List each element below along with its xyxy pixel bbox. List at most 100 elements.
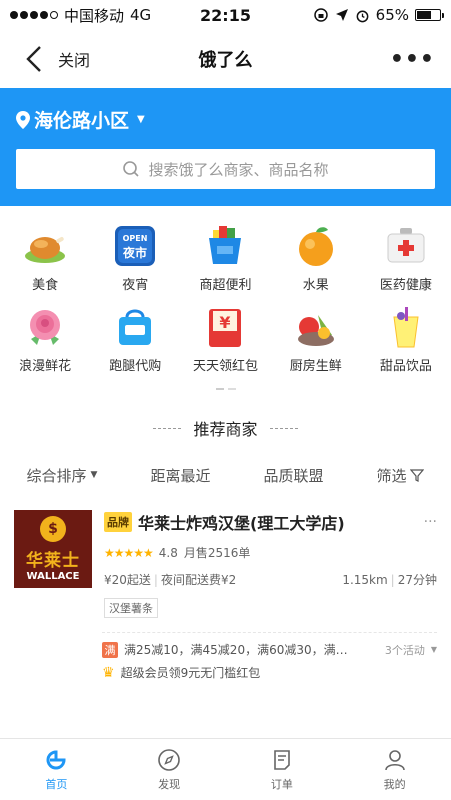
category-label: 厨房生鲜: [289, 359, 342, 374]
shop-tag: 汉堡薯条: [104, 598, 158, 618]
signal-strength-icon: [10, 11, 58, 19]
shop-card[interactable]: $ 华莱士 WALLACE 品牌 华莱士炸鸡汉堡(理工大学店) ··· ★★★★…: [0, 510, 451, 618]
category-food[interactable]: 美食: [0, 222, 90, 293]
divider-line: [269, 427, 298, 429]
location-name: 海伦路小区: [34, 110, 130, 132]
rose-icon: [21, 303, 69, 351]
location-arrow-icon: [335, 9, 348, 21]
min-order: ¥20起送: [104, 573, 151, 587]
category-fruit[interactable]: 水果: [271, 222, 361, 293]
category-label: 夜宵: [122, 278, 149, 293]
separator: |: [390, 572, 395, 587]
back-chevron-icon[interactable]: [16, 45, 52, 73]
filter-button[interactable]: 筛选: [376, 465, 425, 486]
crown-icon: ♛: [102, 664, 115, 681]
search-icon: [123, 161, 140, 177]
pager-dot: [227, 388, 236, 390]
activity-text: 满25减10，满45减20，满60减30，满…: [124, 643, 348, 657]
header-banner: 海伦路小区 ▼ 搜索饿了么商家、商品名称: [0, 88, 451, 206]
errand-bag-icon: [111, 303, 159, 351]
category-red-envelope[interactable]: ¥ 天天领红包: [180, 303, 270, 374]
quality-filter-label: 品质联盟: [263, 466, 324, 485]
category-label: 天天领红包: [192, 359, 258, 374]
night-market-open-text: OPEN: [123, 234, 148, 243]
distance-filter[interactable]: 距离最近: [150, 465, 210, 486]
caret-down-icon: ▼: [430, 645, 437, 654]
nav-bar: 关闭 饿了么 •••: [0, 30, 451, 88]
close-button[interactable]: 关闭: [58, 47, 90, 71]
rating-stars: ★★★★★: [104, 545, 154, 560]
orange-icon: [292, 222, 340, 270]
category-flowers[interactable]: 浪漫鲜花: [0, 303, 90, 374]
status-time: 22:15: [200, 5, 251, 25]
category-supermarket[interactable]: 商超便利: [180, 222, 270, 293]
logo-english-name: WALLACE: [26, 571, 80, 582]
category-grid: 美食 OPEN 夜市 夜宵 商超便利 水果 医药健康 浪漫鲜花 跑腿代购 ¥ 天…: [0, 206, 451, 374]
medicine-box-icon: [382, 222, 430, 270]
tab-label: 发现: [158, 777, 181, 791]
logo-symbol: $: [40, 516, 66, 542]
funnel-icon: [410, 469, 425, 482]
vip-row: ♛ 超级会员领9元无门槛红包: [0, 664, 451, 681]
divider-line: [153, 427, 182, 429]
vegetables-icon: [292, 303, 340, 351]
category-label: 商超便利: [199, 278, 252, 293]
rotation-lock-icon: [313, 8, 328, 22]
category-medicine[interactable]: 医药健康: [361, 222, 451, 293]
more-menu-button[interactable]: •••: [390, 47, 435, 72]
shop-more-button[interactable]: ···: [424, 514, 437, 530]
category-label: 跑腿代购: [109, 359, 162, 374]
monthly-sales: 月售2516单: [183, 546, 251, 560]
shop-logo: $ 华莱士 WALLACE: [14, 510, 92, 588]
shopping-basket-icon: [201, 222, 249, 270]
discount-badge: 满: [102, 641, 118, 658]
compass-icon: [158, 748, 180, 771]
category-label: 水果: [302, 278, 329, 293]
tab-discover[interactable]: 发现: [113, 739, 226, 800]
brand-badge: 品牌: [104, 512, 132, 532]
category-label: 美食: [32, 278, 59, 293]
status-bar: 中国移动 4G 22:15 65%: [0, 0, 451, 30]
category-label: 医药健康: [379, 278, 432, 293]
category-pager: [0, 388, 451, 390]
sort-dropdown[interactable]: 综合排序 ▼: [27, 465, 98, 486]
roast-chicken-icon: [21, 222, 69, 270]
tab-orders[interactable]: 订单: [226, 739, 339, 800]
tab-profile[interactable]: 我的: [338, 739, 451, 800]
category-label: 浪漫鲜花: [19, 359, 72, 374]
filter-label: 筛选: [376, 466, 407, 485]
network-label: 4G: [130, 6, 152, 24]
red-envelope-icon: ¥: [201, 303, 249, 351]
category-errand[interactable]: 跑腿代购: [90, 303, 180, 374]
quality-filter[interactable]: 品质联盟: [263, 465, 323, 486]
tab-home[interactable]: 首页: [0, 739, 113, 800]
tab-label: 首页: [45, 777, 68, 791]
alarm-icon: [356, 10, 369, 22]
logo-chinese-name: 华莱士: [26, 551, 80, 571]
location-pin-icon: [16, 110, 30, 129]
battery-percent: 65%: [375, 6, 409, 24]
tab-bar: 首页 发现 订单 我的: [0, 738, 451, 800]
drink-cup-icon: [382, 303, 430, 351]
location-selector[interactable]: 海伦路小区 ▼: [16, 106, 435, 133]
order-icon: [274, 749, 290, 770]
search-placeholder: 搜索饿了么商家、商品名称: [148, 160, 329, 179]
tab-label: 我的: [383, 777, 406, 791]
category-kitchen[interactable]: 厨房生鲜: [271, 303, 361, 374]
search-input[interactable]: 搜索饿了么商家、商品名称: [16, 149, 435, 189]
rating-value: 4.8: [158, 545, 178, 560]
sort-label: 综合排序: [26, 466, 87, 485]
shop-name: 华莱士炸鸡汉堡(理工大学店): [138, 514, 345, 533]
separator: |: [153, 572, 158, 587]
card-divider: [102, 632, 437, 633]
caret-down-icon: ▼: [137, 114, 145, 125]
filter-bar: 综合排序 ▼ 距离最近 品质联盟 筛选: [0, 460, 451, 490]
battery-icon: [415, 9, 444, 21]
recommend-title: 推荐商家: [193, 420, 258, 439]
activity-row[interactable]: 满 满25减10，满45减20，满60减30，满… 3个活动 ▼: [0, 641, 451, 658]
category-late-night[interactable]: OPEN 夜市 夜宵: [90, 222, 180, 293]
tab-label: 订单: [270, 777, 293, 791]
night-market-icon-text: 夜市: [122, 245, 147, 260]
vip-text: 超级会员领9元无门槛红包: [120, 666, 261, 680]
category-desserts[interactable]: 甜品饮品: [361, 303, 451, 374]
